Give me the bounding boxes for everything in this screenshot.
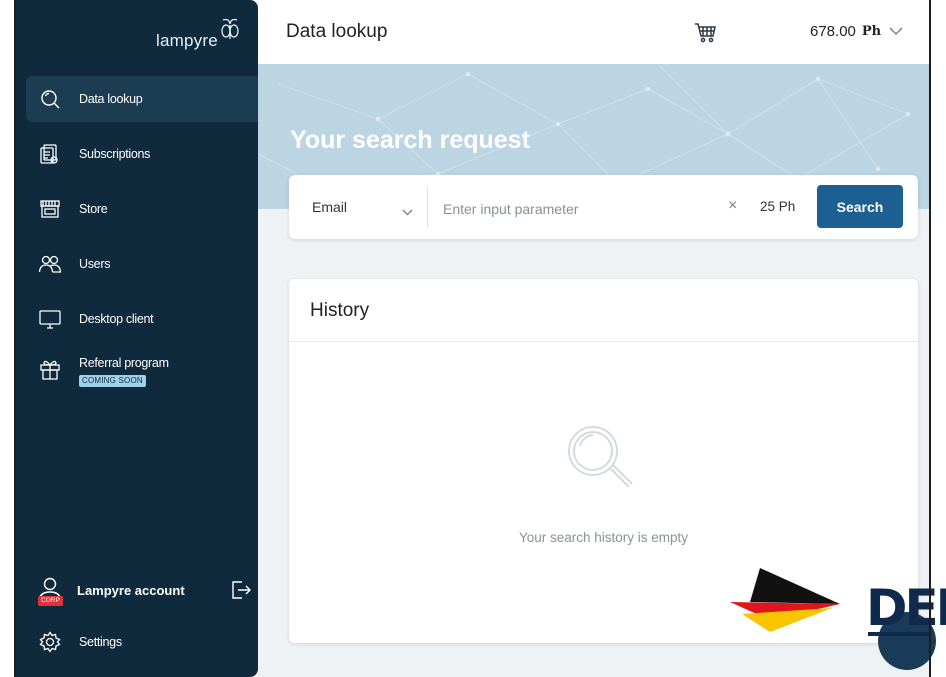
corp-badge: CORP bbox=[38, 596, 63, 606]
coming-soon-badge: COMING SOON bbox=[79, 375, 146, 387]
empty-search-icon bbox=[559, 419, 639, 504]
monitor-icon bbox=[37, 306, 63, 332]
watermark-text: DEN bbox=[866, 579, 946, 637]
sidebar-item-label: Desktop client bbox=[79, 312, 154, 326]
store-icon bbox=[37, 196, 63, 222]
gear-icon bbox=[37, 629, 63, 655]
subscriptions-icon bbox=[37, 141, 63, 167]
sidebar-item-label: Store bbox=[79, 202, 108, 216]
watermark-underline bbox=[868, 632, 930, 636]
users-icon bbox=[37, 251, 63, 277]
chevron-down-icon[interactable] bbox=[402, 203, 413, 221]
logo[interactable]: lampyre bbox=[156, 16, 266, 56]
clear-icon[interactable]: × bbox=[728, 197, 737, 215]
balance-dropdown[interactable]: 678.00 Ph bbox=[810, 23, 903, 40]
page-title: Data lookup bbox=[286, 21, 388, 42]
sidebar-item-settings[interactable]: Settings bbox=[26, 619, 262, 665]
history-title: History bbox=[310, 300, 370, 321]
logo-text: lampyre bbox=[156, 31, 218, 50]
gift-icon bbox=[37, 356, 63, 382]
frame-border-right bbox=[929, 0, 931, 677]
balance-unit: Ph bbox=[861, 24, 882, 39]
search-button[interactable]: Search bbox=[817, 185, 903, 228]
search-icon bbox=[37, 86, 63, 112]
sidebar-item-label: Subscriptions bbox=[79, 147, 151, 161]
firefly-logo-icon bbox=[219, 17, 241, 46]
sidebar-item-desktop-client[interactable]: Desktop client bbox=[26, 296, 262, 342]
sidebar-item-store[interactable]: Store bbox=[26, 186, 262, 232]
sidebar-item-label: Settings bbox=[79, 635, 122, 649]
search-card: Email × 25 Ph Search bbox=[289, 175, 918, 239]
banner-title: Your search request bbox=[290, 126, 530, 154]
empty-history-message: Your search history is empty bbox=[518, 530, 689, 545]
chevron-down-icon bbox=[889, 23, 903, 40]
sidebar-item-data-lookup[interactable]: Data lookup bbox=[26, 76, 262, 122]
flag-logo-watermark bbox=[730, 568, 840, 639]
top-bar: Data lookup 678.00 Ph bbox=[258, 0, 929, 65]
sidebar-item-label: Referral program bbox=[79, 356, 169, 370]
sidebar-item-label: Data lookup bbox=[79, 92, 143, 106]
sidebar-item-subscriptions[interactable]: Subscriptions bbox=[26, 131, 262, 177]
history-header: History bbox=[289, 279, 918, 342]
search-cost: 25 Ph bbox=[760, 199, 796, 214]
logout-icon[interactable] bbox=[230, 580, 252, 605]
divider bbox=[427, 186, 428, 228]
search-input[interactable] bbox=[441, 195, 715, 223]
cart-icon[interactable] bbox=[694, 22, 718, 49]
sidebar-item-referral-program[interactable]: Referral program COMING SOON bbox=[26, 350, 262, 396]
search-type-select[interactable]: Email bbox=[312, 199, 347, 215]
sidebar: lampyre Data lookup Subscriptions Store … bbox=[16, 0, 262, 677]
account-name: Lampyre account bbox=[77, 582, 185, 598]
sidebar-item-label: Users bbox=[79, 257, 111, 271]
balance-value: 678.00 bbox=[810, 23, 856, 40]
sidebar-item-users[interactable]: Users bbox=[26, 241, 262, 287]
